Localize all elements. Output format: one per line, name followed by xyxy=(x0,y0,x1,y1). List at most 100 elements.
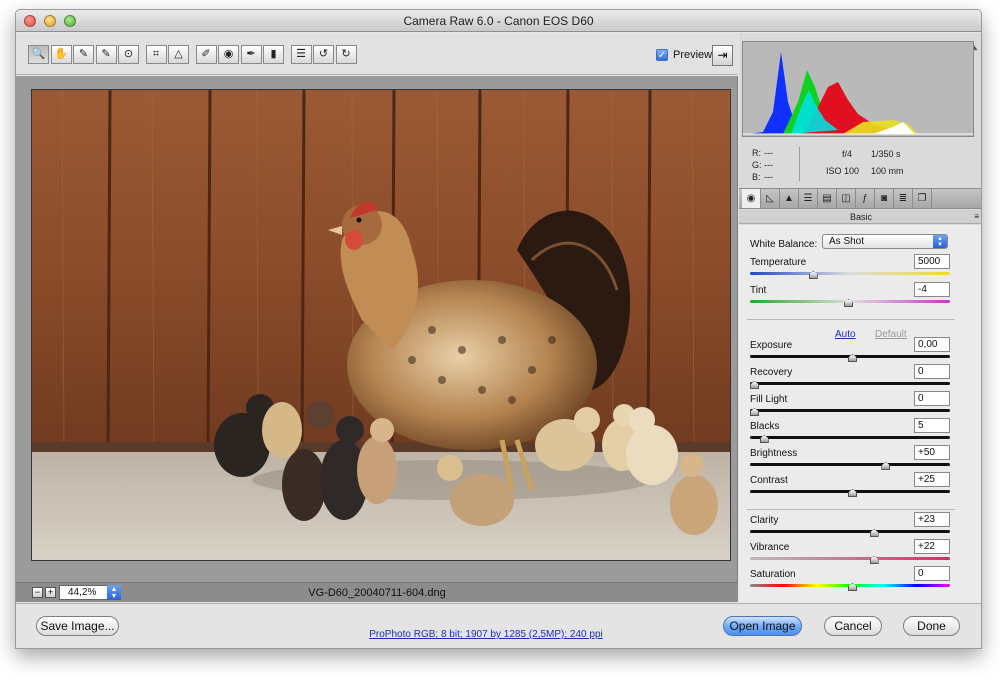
save-image-button[interactable]: Save Image... xyxy=(36,616,119,636)
panel-divider xyxy=(747,509,955,510)
crop-tool-button[interactable]: ⌗ xyxy=(145,45,167,64)
rotate-right-button[interactable]: ↻ xyxy=(335,45,357,64)
graduated-filter-button[interactable]: ▮ xyxy=(263,45,284,64)
contrast-field[interactable]: +25 xyxy=(914,472,950,487)
red-eye-tool-icon: ◉ xyxy=(223,48,234,60)
hand-tool-button[interactable]: ✋ xyxy=(50,45,72,64)
spot-removal-tool-button[interactable]: ✐ xyxy=(195,45,217,64)
clarity-field[interactable]: +23 xyxy=(914,512,950,527)
saturation-label: Saturation xyxy=(750,569,796,580)
brightness-field[interactable]: +50 xyxy=(914,445,950,460)
white-balance-value: As Shot xyxy=(829,236,865,247)
split-toning-icon: ▤ xyxy=(822,193,832,204)
clarity-slider[interactable] xyxy=(750,530,950,533)
default-link[interactable]: Default xyxy=(875,329,907,340)
tab-split-toning[interactable]: ▤ xyxy=(818,189,837,208)
temperature-slider[interactable] xyxy=(750,272,950,275)
histogram-graph xyxy=(743,52,973,135)
preferences-button[interactable]: ☰ xyxy=(290,45,312,64)
vibrance-field[interactable]: +22 xyxy=(914,539,950,554)
panel-title-text: Basic xyxy=(849,212,872,222)
hand-tool-icon: ✋ xyxy=(54,48,68,60)
iso-value: ISO 100 xyxy=(826,166,860,176)
histogram xyxy=(742,41,974,137)
exposure-field[interactable]: 0,00 xyxy=(914,337,950,352)
preview-canvas[interactable] xyxy=(16,76,738,582)
white-balance-label: White Balance: xyxy=(750,239,818,250)
rotate-left-icon: ↺ xyxy=(318,48,329,60)
zoom-tool-button[interactable]: 🔍 xyxy=(28,45,49,64)
recovery-slider[interactable] xyxy=(750,382,950,385)
open-image-button[interactable]: Open Image xyxy=(723,616,802,636)
color-sampler-tool-button[interactable]: ✎ xyxy=(95,45,117,64)
white-balance-select[interactable]: As Shot ▲ ▼ xyxy=(822,234,948,249)
red-eye-tool-button[interactable]: ◉ xyxy=(218,45,239,64)
done-button[interactable]: Done xyxy=(903,616,960,636)
photo-preview[interactable] xyxy=(31,89,731,561)
temperature-field[interactable]: 5000 xyxy=(914,254,950,269)
tab-camera-calibration[interactable]: ◙ xyxy=(875,189,894,208)
camera-calibration-icon: ◙ xyxy=(880,193,888,204)
saturation-field[interactable]: 0 xyxy=(914,566,950,581)
tab-basic[interactable]: ◉ xyxy=(742,189,761,208)
tab-snapshots[interactable]: ❐ xyxy=(913,189,932,208)
workflow-options-link[interactable]: ProPhoto RGB; 8 bit; 1907 by 1285 (2,5MP… xyxy=(336,629,636,640)
auto-link[interactable]: Auto xyxy=(835,329,856,340)
tab-presets[interactable]: ≣ xyxy=(894,189,913,208)
focal-length-value: 100 mm xyxy=(871,166,904,176)
tint-field[interactable]: -4 xyxy=(914,282,950,297)
toolbar: 🔍 ✋ ✎ ✎ ⊙ ⌗ △ ✐ ◉ ✒ ▮ ☰ ↺ ↻ ✓ Preview ⇥ xyxy=(16,33,738,75)
white-balance-tool-button[interactable]: ✎ xyxy=(73,45,94,64)
crop-tool-icon: ⌗ xyxy=(152,48,160,60)
presets-icon: ≣ xyxy=(898,193,908,204)
vibrance-slider[interactable] xyxy=(750,557,950,560)
straighten-tool-button[interactable]: △ xyxy=(168,45,189,64)
preview-checkbox[interactable]: ✓ xyxy=(656,49,668,61)
panel-menu-icon[interactable]: ≡ xyxy=(974,210,979,224)
rotate-right-icon: ↻ xyxy=(341,48,351,60)
adjustment-brush-icon: ✒ xyxy=(246,48,256,60)
title-bar: Camera Raw 6.0 - Canon EOS D60 xyxy=(16,10,981,32)
window-title: Camera Raw 6.0 - Canon EOS D60 xyxy=(403,14,594,28)
shutter-value: 1/350 s xyxy=(871,149,901,159)
fill-light-field[interactable]: 0 xyxy=(914,391,950,406)
lens-corrections-icon: ◫ xyxy=(841,193,851,204)
red-value: --- xyxy=(764,148,773,158)
color-sampler-tool-icon: ✎ xyxy=(101,48,111,60)
targeted-adjustment-tool-icon: ⊙ xyxy=(123,48,134,60)
adjustment-brush-button[interactable]: ✒ xyxy=(240,45,262,64)
blue-value: --- xyxy=(764,172,773,182)
snapshots-icon: ❐ xyxy=(917,193,927,204)
camera-readout: R: --- G: --- B: --- f/4 1/350 s ISO 100… xyxy=(744,143,974,185)
preview-label: Preview xyxy=(673,49,713,61)
fullscreen-toggle-icon[interactable]: ⇥ xyxy=(712,45,733,66)
effects-icon: ƒ xyxy=(862,193,868,204)
brightness-slider[interactable] xyxy=(750,463,950,466)
recovery-field[interactable]: 0 xyxy=(914,364,950,379)
panel-tabs: ◉ ◺ ▲ ☰ ▤ ◫ ƒ ◙ ≣ ❐ xyxy=(739,188,981,209)
fill-light-slider[interactable] xyxy=(750,409,950,412)
rotate-left-button[interactable]: ↺ xyxy=(313,45,334,64)
footer: Save Image... ProPhoto RGB; 8 bit; 1907 … xyxy=(16,603,981,648)
preview-toggle[interactable]: ✓ Preview xyxy=(656,49,712,61)
panel-title: Basic ≡ xyxy=(739,210,981,224)
blacks-slider[interactable] xyxy=(750,436,950,439)
blue-label: B: xyxy=(752,172,761,182)
vibrance-label: Vibrance xyxy=(750,542,790,553)
tab-tone-curve[interactable]: ◺ xyxy=(761,189,780,208)
cancel-button[interactable]: Cancel xyxy=(824,616,882,636)
spot-removal-tool-icon: ✐ xyxy=(201,48,211,60)
blacks-field[interactable]: 5 xyxy=(914,418,950,433)
exposure-label: Exposure xyxy=(750,340,793,351)
hsl-icon: ☰ xyxy=(803,193,813,204)
clarity-label: Clarity xyxy=(750,515,779,526)
green-value: --- xyxy=(764,160,773,170)
tab-lens-corrections[interactable]: ◫ xyxy=(837,189,856,208)
tab-detail[interactable]: ▲ xyxy=(780,189,799,208)
status-bar: − + 44,2% ▲ ▼ VG-D60_20040711-604.dng xyxy=(16,582,738,602)
detail-icon: ▲ xyxy=(784,193,794,204)
tone-curve-icon: ◺ xyxy=(766,193,774,204)
tab-effects[interactable]: ƒ xyxy=(856,189,875,208)
targeted-adjustment-tool-button[interactable]: ⊙ xyxy=(118,45,139,64)
tab-hsl[interactable]: ☰ xyxy=(799,189,818,208)
